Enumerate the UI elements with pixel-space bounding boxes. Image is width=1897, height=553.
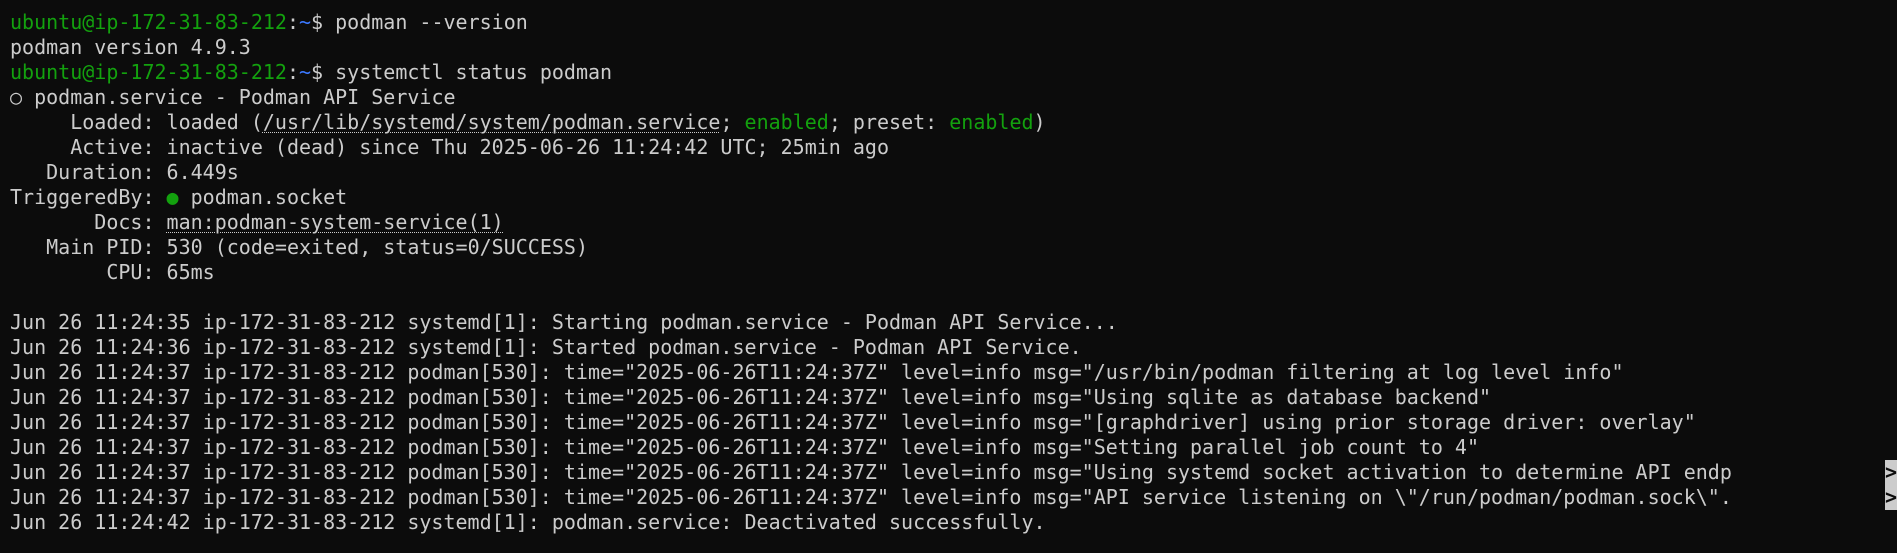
status-value: ; preset: — [828, 110, 950, 134]
prompt-path: ~ — [299, 10, 312, 34]
command-text: systemctl status podman — [335, 60, 613, 84]
prompt-separator: : — [286, 10, 299, 34]
status-loaded-line: Loaded: loaded (/usr/lib/systemd/system/… — [10, 110, 1897, 135]
status-title-line: ○ podman.service - Podman API Service — [10, 85, 1897, 110]
log-line: Jun 26 11:24:37 ip-172-31-83-212 podman[… — [10, 410, 1696, 434]
status-value: podman.socket — [178, 185, 348, 209]
output-line: podman version 4.9.3 — [10, 35, 251, 59]
status-label: Main PID: — [10, 235, 167, 259]
prompt-line-1: ubuntu@ip-172-31-83-212:~$ podman --vers… — [10, 10, 1897, 35]
status-triggered-line: TriggeredBy: ● podman.socket — [10, 185, 1897, 210]
enabled-state: enabled — [744, 110, 829, 134]
prompt-sigil: $ — [311, 60, 336, 84]
log-line: Jun 26 11:24:37 ip-172-31-83-212 podman[… — [10, 385, 1492, 409]
status-active-line: Active: inactive (dead) since Thu 2025-0… — [10, 135, 1897, 160]
log-line: Jun 26 11:24:35 ip-172-31-83-212 systemd… — [10, 310, 1118, 334]
log-text: Jun 26 11:24:37 ip-172-31-83-212 podman[… — [10, 485, 1732, 509]
status-value: loaded ( — [166, 110, 263, 134]
unit-file-link[interactable]: /usr/lib/systemd/system/podman.service — [263, 110, 721, 134]
log-line: Jun 26 11:24:37 ip-172-31-83-212 podman[… — [10, 360, 1624, 384]
status-title: podman.service - Podman API Service — [22, 85, 456, 109]
command-text: podman --version — [335, 10, 528, 34]
status-circle-icon: ○ — [10, 85, 23, 109]
status-docs-line: Docs: man:podman-system-service(1) — [10, 210, 1897, 235]
prompt-path: ~ — [299, 60, 312, 84]
status-value: ; — [720, 110, 745, 134]
truncation-marker: > — [1885, 485, 1897, 510]
log-line-truncated: Jun 26 11:24:37 ip-172-31-83-212 podman[… — [10, 485, 1897, 510]
docs-link[interactable]: man:podman-system-service(1) — [167, 210, 504, 234]
status-label: CPU: — [10, 260, 167, 284]
prompt-user-host: ubuntu@ip-172-31-83-212 — [10, 60, 287, 84]
prompt-line-2: ubuntu@ip-172-31-83-212:~$ systemctl sta… — [10, 60, 1897, 85]
status-label: TriggeredBy: — [10, 185, 167, 209]
status-label: Duration: — [10, 160, 167, 184]
preset-state: enabled — [949, 110, 1034, 134]
status-value: 65ms — [166, 260, 215, 284]
log-text: Jun 26 11:24:37 ip-172-31-83-212 podman[… — [10, 460, 1732, 484]
log-line: Jun 26 11:24:36 ip-172-31-83-212 systemd… — [10, 335, 1082, 359]
log-line: Jun 26 11:24:42 ip-172-31-83-212 systemd… — [10, 510, 1046, 534]
prompt-sigil: $ — [311, 10, 336, 34]
log-line-truncated: Jun 26 11:24:37 ip-172-31-83-212 podman[… — [10, 460, 1897, 485]
log-line: Jun 26 11:24:37 ip-172-31-83-212 podman[… — [10, 435, 1480, 459]
prompt-separator: : — [286, 60, 299, 84]
status-value: 6.449s — [166, 160, 239, 184]
status-value: inactive (dead) since Thu 2025-06-26 11:… — [166, 135, 890, 159]
status-value: 530 (code=exited, status=0/SUCCESS) — [166, 235, 588, 259]
terminal-window[interactable]: ubuntu@ip-172-31-83-212:~$ podman --vers… — [0, 0, 1897, 553]
status-duration-line: Duration: 6.449s — [10, 160, 1897, 185]
status-label: Loaded: — [10, 110, 167, 134]
status-cpu-line: CPU: 65ms — [10, 260, 1897, 285]
status-label: Active: — [10, 135, 167, 159]
prompt-user-host: ubuntu@ip-172-31-83-212 — [10, 10, 287, 34]
truncation-marker: > — [1885, 460, 1897, 485]
active-dot-icon: ● — [166, 185, 179, 209]
status-value: ) — [1033, 110, 1046, 134]
status-mainpid-line: Main PID: 530 (code=exited, status=0/SUC… — [10, 235, 1897, 260]
status-label: Docs: — [10, 210, 167, 234]
